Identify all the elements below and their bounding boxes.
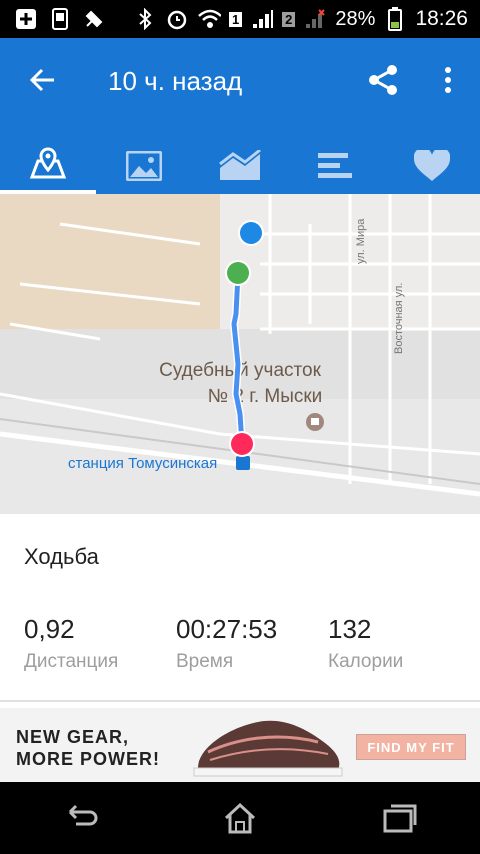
plus-notification-icon — [14, 7, 38, 31]
ad-headline: NEW GEAR, MORE POWER! — [16, 726, 160, 770]
phone-notification-icon — [48, 7, 72, 31]
image-icon — [126, 151, 162, 181]
wifi-icon — [197, 7, 221, 31]
start-marker[interactable] — [227, 262, 249, 284]
time-value: 00:27:53 — [176, 614, 278, 644]
back-button[interactable] — [22, 60, 62, 100]
chart-icon — [219, 150, 261, 180]
map-icon — [29, 147, 67, 179]
status-bar: 1 2 28% 18:26 — [0, 0, 480, 38]
current-location-marker[interactable] — [240, 222, 262, 244]
page-title: 10 ч. назад — [108, 66, 243, 96]
place-label-line2: № 2 г. Мыски — [208, 386, 323, 407]
tab-charts[interactable] — [192, 138, 288, 194]
satellite-icon — [82, 7, 106, 31]
calories-value: 132 — [328, 614, 372, 644]
tab-health[interactable] — [384, 138, 480, 194]
ad-headline-line2: MORE POWER! — [16, 749, 160, 769]
station-label: станция Томусинская — [68, 455, 217, 472]
more-vert-icon — [445, 67, 451, 93]
sim2-badge: 2 — [282, 11, 296, 27]
map-area-residential — [0, 194, 220, 329]
calories-label: Калории — [328, 651, 404, 672]
street-label-vostochnaya: Восточная ул. — [393, 283, 405, 354]
metric-time: 00:27:53 Время — [176, 614, 326, 673]
heart-icon — [414, 150, 450, 181]
recents-icon — [383, 804, 417, 833]
sim1-badge: 1 — [228, 11, 243, 27]
metric-distance: 0,92 Дистанция — [24, 614, 174, 673]
map-canvas: ул. Мира Восточная ул. Судебный участок … — [0, 194, 480, 514]
back-icon — [68, 804, 98, 826]
train-station-icon — [236, 456, 250, 470]
workout-details: Ходьба 0,92 Дистанция 00:27:53 Время 132… — [0, 514, 480, 704]
street-label-mira: ул. Мира — [355, 218, 367, 264]
ad-banner[interactable]: NEW GEAR, MORE POWER! FIND MY FIT — [0, 708, 480, 782]
more-options-button[interactable] — [428, 60, 468, 100]
sneaker-image — [193, 720, 343, 777]
distance-value: 0,92 — [24, 614, 75, 644]
share-button[interactable] — [364, 60, 404, 100]
clock: 18:26 — [415, 7, 468, 30]
bluetooth-icon — [133, 7, 157, 31]
arrow-back-icon — [29, 68, 54, 92]
share-icon — [369, 65, 397, 95]
battery-percent: 28% — [335, 7, 376, 30]
end-marker[interactable] — [231, 433, 253, 455]
home-icon — [224, 802, 256, 834]
tab-bar — [0, 138, 480, 194]
tab-map[interactable] — [0, 138, 96, 194]
system-nav-bar — [0, 782, 480, 854]
nav-back-button[interactable] — [50, 788, 110, 848]
bar-list-icon — [318, 153, 352, 178]
alarm-icon — [165, 7, 189, 31]
ad-cta-button[interactable]: FIND MY FIT — [356, 734, 466, 760]
nav-recents-button[interactable] — [370, 788, 430, 848]
signal-no-service-icon — [303, 7, 327, 31]
distance-label: Дистанция — [24, 651, 119, 672]
divider — [0, 700, 480, 702]
app-bar: 10 ч. назад — [0, 38, 480, 194]
tab-splits[interactable] — [288, 138, 384, 194]
metric-calories: 132 Калории — [328, 614, 478, 673]
courthouse-icon-glyph — [311, 418, 319, 425]
route-map[interactable]: ул. Мира Восточная ул. Судебный участок … — [0, 194, 480, 514]
nav-home-button[interactable] — [210, 788, 270, 848]
signal-icon — [250, 7, 274, 31]
ad-headline-line1: NEW GEAR, — [16, 727, 130, 747]
battery-icon — [383, 7, 407, 31]
activity-type: Ходьба — [24, 544, 99, 569]
tab-photos[interactable] — [96, 138, 192, 194]
time-label: Время — [176, 651, 234, 672]
